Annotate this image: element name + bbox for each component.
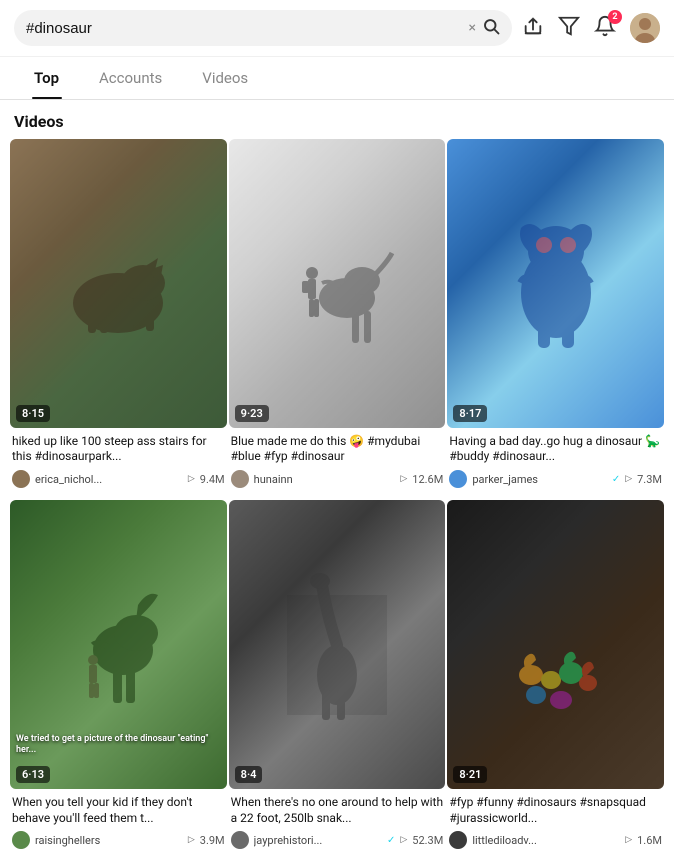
filter-icon[interactable] <box>558 15 580 42</box>
username: hunainn <box>254 473 396 486</box>
view-count: 9.4M <box>200 473 225 486</box>
username: jayprehistori... <box>254 834 382 847</box>
play-icon: ▷ <box>188 474 195 484</box>
video-info: When you tell your kid if they don't beh… <box>10 789 227 859</box>
view-count: 1.6M <box>637 834 662 847</box>
user-avatar <box>12 831 30 849</box>
video-badge: 8·21 <box>453 766 487 783</box>
video-meta: raisinghellers ▷ 3.9M <box>12 831 225 849</box>
view-count: 3.9M <box>200 834 225 847</box>
search-input[interactable] <box>26 20 463 37</box>
username: erica_nichol... <box>35 473 183 486</box>
username: raisinghellers <box>35 834 183 847</box>
video-badge: 8·4 <box>235 766 263 783</box>
video-card[interactable]: We tried to get a picture of the dinosau… <box>10 500 227 859</box>
video-caption: Having a bad day..go hug a dinosaur 🦕#bu… <box>449 434 662 465</box>
video-thumbnail: 8·21 <box>447 500 664 789</box>
video-thumbnail: 8·15 <box>10 139 227 428</box>
play-icon: ▷ <box>625 474 632 484</box>
tab-accounts[interactable]: Accounts <box>79 57 182 99</box>
tab-videos[interactable]: Videos <box>182 57 268 99</box>
search-icon[interactable] <box>482 16 500 40</box>
view-count: 12.6M <box>412 473 443 486</box>
video-grid: 8·15 hiked up like 100 steep ass stairs … <box>0 139 674 859</box>
notification-icon[interactable]: 2 <box>594 15 616 42</box>
upload-icon[interactable] <box>522 15 544 42</box>
video-info: When there's no one around to help with … <box>229 789 446 859</box>
play-icon: ▷ <box>188 835 195 845</box>
video-info: hiked up like 100 steep ass stairs for t… <box>10 428 227 498</box>
video-badge: 6·13 <box>16 766 50 783</box>
video-badge: 8·15 <box>16 405 50 422</box>
video-info: #fyp #funny #dinosaurs #snapsquad #juras… <box>447 789 664 859</box>
video-caption: hiked up like 100 steep ass stairs for t… <box>12 434 225 465</box>
video-caption: When you tell your kid if they don't beh… <box>12 795 225 826</box>
search-bar[interactable]: × <box>14 10 512 46</box>
video-info: Having a bad day..go hug a dinosaur 🦕#bu… <box>447 428 664 498</box>
video-card[interactable]: 8·17 Having a bad day..go hug a dinosaur… <box>447 139 664 498</box>
video-meta: littlediloadv... ▷ 1.6M <box>449 831 662 849</box>
play-icon: ▷ <box>400 835 407 845</box>
user-avatar <box>231 831 249 849</box>
verified-icon: ✓ <box>612 474 620 485</box>
video-meta: hunainn ▷ 12.6M <box>231 470 444 488</box>
notification-badge: 2 <box>608 10 622 24</box>
tab-top[interactable]: Top <box>14 57 79 99</box>
video-card[interactable]: 8·21 #fyp #funny #dinosaurs #snapsquad #… <box>447 500 664 859</box>
username: littlediloadv... <box>472 834 620 847</box>
video-badge: 8·17 <box>453 405 487 422</box>
play-icon: ▷ <box>400 474 407 484</box>
header: × 2 <box>0 0 674 57</box>
header-icons: 2 <box>522 13 660 43</box>
thumb-overlay-text: We tried to get a picture of the dinosau… <box>16 734 221 757</box>
video-thumbnail: We tried to get a picture of the dinosau… <box>10 500 227 789</box>
video-thumbnail: 8·17 <box>447 139 664 428</box>
clear-icon[interactable]: × <box>469 20 476 36</box>
video-thumbnail: 8·4 <box>229 500 446 789</box>
user-avatar <box>12 470 30 488</box>
video-card[interactable]: 8·4 When there's no one around to help w… <box>229 500 446 859</box>
video-badge: 9·23 <box>235 405 269 422</box>
video-card[interactable]: 8·15 hiked up like 100 steep ass stairs … <box>10 139 227 498</box>
section-title: Videos <box>0 100 674 139</box>
video-info: Blue made me do this 🤪 #mydubai #blue #f… <box>229 428 446 498</box>
user-avatar <box>231 470 249 488</box>
video-caption: Blue made me do this 🤪 #mydubai #blue #f… <box>231 434 444 465</box>
verified-icon: ✓ <box>387 835 395 846</box>
view-count: 52.3M <box>412 834 443 847</box>
user-avatar <box>449 470 467 488</box>
video-thumbnail: 9·23 <box>229 139 446 428</box>
user-avatar <box>449 831 467 849</box>
video-meta: jayprehistori... ✓ ▷ 52.3M <box>231 831 444 849</box>
tabs: Top Accounts Videos <box>0 57 674 100</box>
avatar[interactable] <box>630 13 660 43</box>
play-icon: ▷ <box>625 835 632 845</box>
video-card[interactable]: 9·23 Blue made me do this 🤪 #mydubai #bl… <box>229 139 446 498</box>
video-meta: parker_james ✓ ▷ 7.3M <box>449 470 662 488</box>
username: parker_james <box>472 473 606 486</box>
video-caption: When there's no one around to help with … <box>231 795 444 826</box>
video-meta: erica_nichol... ▷ 9.4M <box>12 470 225 488</box>
video-caption: #fyp #funny #dinosaurs #snapsquad #juras… <box>449 795 662 826</box>
view-count: 7.3M <box>637 473 662 486</box>
